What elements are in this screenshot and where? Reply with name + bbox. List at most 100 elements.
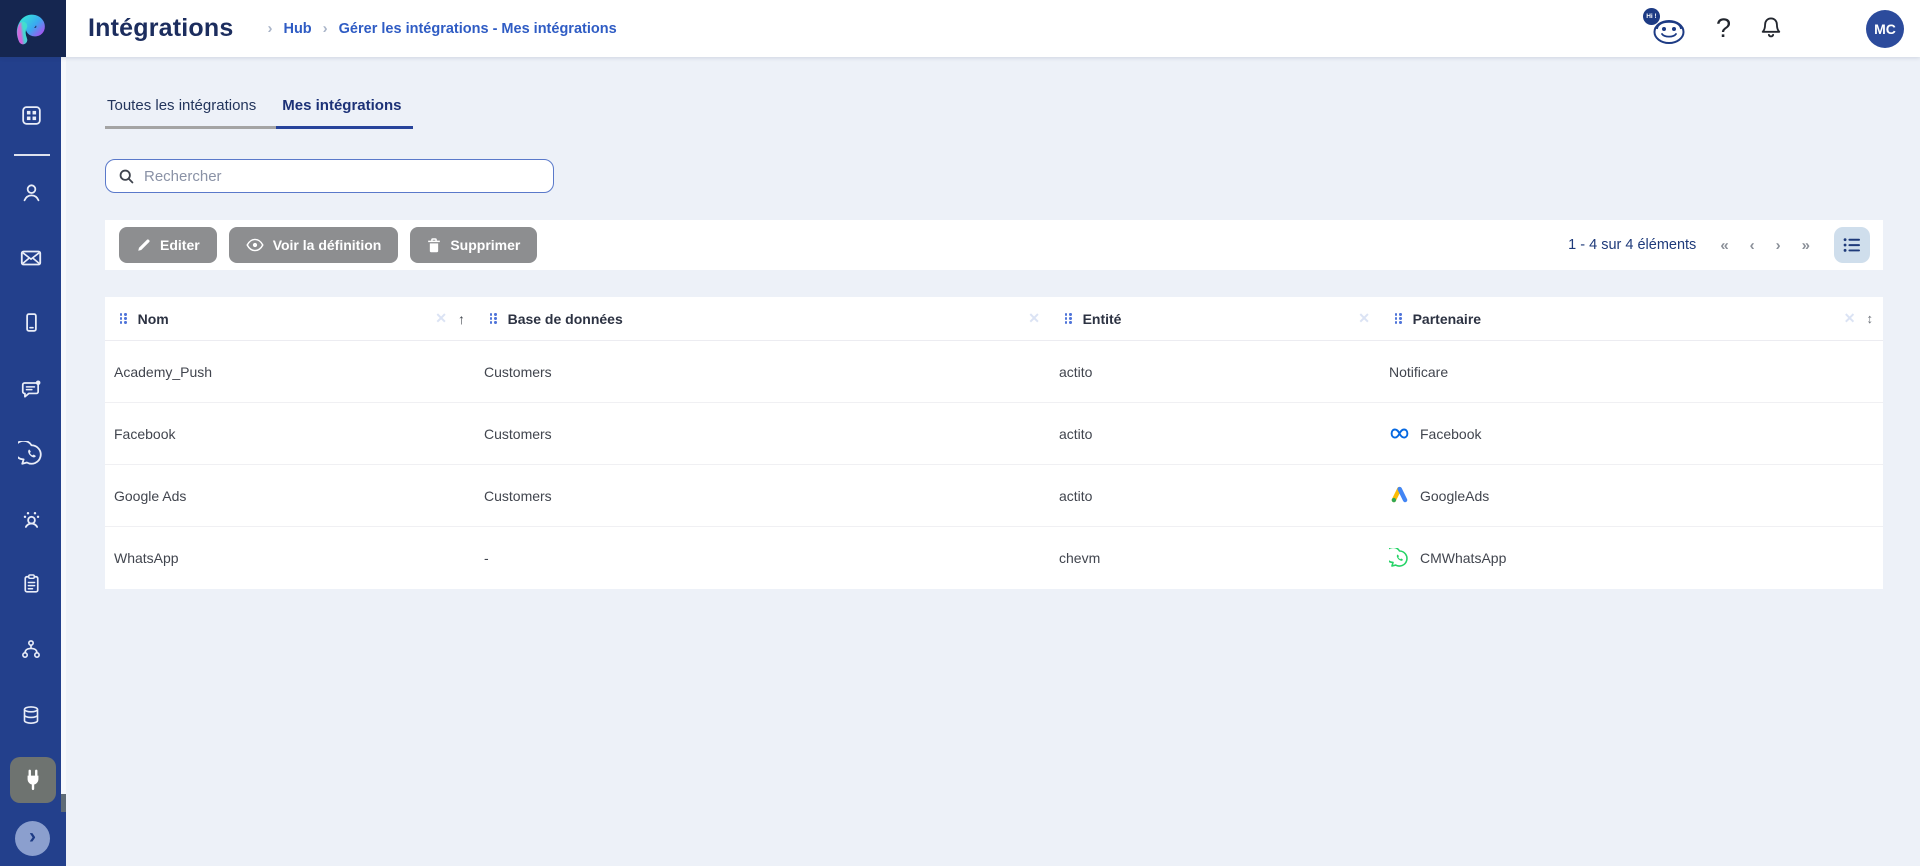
clear-filter-icon[interactable]: ✕ [1844, 310, 1856, 327]
tab-all-integrations[interactable]: Toutes les intégrations [105, 97, 276, 129]
column-header-base-de-donnees[interactable]: Base de données ✕ [475, 297, 1050, 340]
page-title: Intégrations [88, 14, 233, 43]
pagination-summary: 1 - 4 sur 4 éléments [1568, 237, 1696, 253]
breadcrumb-sep-icon: › [267, 20, 272, 37]
sidebar-scrollbar-thumb[interactable] [61, 794, 66, 812]
cell-base-de-donnees: Customers [475, 364, 1050, 380]
expand-chevron-icon: › [29, 825, 36, 849]
dashboard-grid-icon [19, 103, 44, 128]
list-view-button[interactable] [1834, 227, 1870, 263]
sort-ascending-icon[interactable]: ↑ [458, 311, 465, 327]
cell-base-de-donnees: Customers [475, 488, 1050, 504]
sidebar-nav: › [0, 57, 66, 866]
table-header-row: Nom ✕ ↑ Base de données ✕ En [105, 297, 1883, 341]
cell-nom: Google Ads [105, 488, 475, 504]
pagination-controls: « ‹ › » [1720, 238, 1810, 253]
integrations-table: Nom ✕ ↑ Base de données ✕ En [105, 297, 1883, 589]
sidebar-item-dashboard[interactable] [0, 103, 62, 128]
sidebar-divider [14, 154, 50, 156]
next-page-button[interactable]: › [1776, 238, 1781, 253]
search-icon [118, 168, 135, 185]
breadcrumb-hub[interactable]: Hub [283, 21, 311, 37]
search-box [105, 159, 554, 193]
assistant-mascot-button[interactable]: Hi ! [1645, 9, 1689, 49]
table-row[interactable]: Google Ads Customers actito GoogleAds [105, 465, 1883, 527]
sidebar-item-chat[interactable] [0, 376, 62, 402]
sidebar-item-surveys[interactable] [0, 571, 62, 596]
help-icon[interactable]: ? [1716, 13, 1731, 44]
eye-icon [246, 238, 264, 252]
column-header-nom[interactable]: Nom ✕ ↑ [105, 297, 475, 340]
sidebar-item-audiences[interactable] [0, 505, 62, 532]
person-icon [19, 180, 44, 205]
column-resize-icon[interactable]: ↕ [1867, 311, 1874, 326]
breadcrumb: › Hub › Gérer les intégrations - Mes int… [267, 20, 616, 37]
column-drag-handle-icon[interactable] [120, 313, 127, 324]
chat-bubble-icon [18, 376, 44, 402]
clear-filter-icon[interactable]: ✕ [1358, 310, 1370, 327]
sidebar-item-data[interactable] [0, 702, 62, 728]
database-icon [18, 702, 44, 728]
pencil-icon [136, 238, 151, 253]
table-row[interactable]: Academy_Push Customers actito Notificare [105, 341, 1883, 403]
plug-icon [20, 767, 46, 793]
assistant-hi-badge: Hi ! [1643, 8, 1660, 25]
main-content: Toutes les intégrations Mes intégrations… [66, 57, 1920, 866]
top-header: Intégrations › Hub › Gérer les intégrati… [0, 0, 1920, 57]
cell-nom: Academy_Push [105, 364, 475, 380]
prev-page-button[interactable]: ‹ [1750, 238, 1755, 253]
logo-ribbon-icon [11, 7, 55, 51]
whatsapp-icon [18, 441, 45, 468]
table-row[interactable]: WhatsApp - chevm CMWhatsApp [105, 527, 1883, 589]
cell-nom: Facebook [105, 426, 475, 442]
cell-base-de-donnees: - [475, 550, 1050, 566]
notifications-bell-icon[interactable] [1758, 15, 1784, 43]
edit-button[interactable]: Editer [119, 227, 217, 263]
sidebar-scrollbar-track[interactable] [61, 57, 66, 812]
column-drag-handle-icon[interactable] [490, 313, 497, 324]
first-page-button[interactable]: « [1720, 238, 1728, 253]
list-view-icon [1843, 237, 1861, 253]
table-row[interactable]: Facebook Customers actito Facebook [105, 403, 1883, 465]
column-header-partenaire[interactable]: Partenaire ✕ ↕ [1380, 297, 1883, 340]
google-ads-icon [1389, 485, 1410, 506]
breadcrumb-sep-icon: › [323, 20, 328, 37]
trash-icon [427, 238, 441, 253]
sidebar-item-whatsapp[interactable] [0, 441, 62, 468]
cell-partenaire: GoogleAds [1380, 485, 1883, 506]
cell-entite: actito [1050, 364, 1380, 380]
sidebar-item-integrations[interactable] [10, 757, 56, 803]
sidebar-item-profiles[interactable] [0, 180, 62, 205]
cell-partenaire: Notificare [1380, 364, 1883, 380]
cell-entite: actito [1050, 426, 1380, 442]
cell-partenaire: CMWhatsApp [1380, 548, 1883, 569]
column-drag-handle-icon[interactable] [1395, 313, 1402, 324]
cell-base-de-donnees: Customers [475, 426, 1050, 442]
last-page-button[interactable]: » [1802, 238, 1810, 253]
user-avatar[interactable]: MC [1866, 10, 1904, 48]
cell-partenaire: Facebook [1380, 423, 1883, 444]
clipboard-icon [19, 571, 44, 596]
tabs-bar: Toutes les intégrations Mes intégrations [105, 97, 1883, 129]
sidebar-item-mobile[interactable] [0, 310, 62, 335]
sidebar-item-workflows[interactable] [0, 636, 62, 662]
search-input[interactable] [144, 168, 541, 185]
clear-filter-icon[interactable]: ✕ [1028, 310, 1040, 327]
mobile-phone-icon [19, 310, 44, 335]
cell-entite: chevm [1050, 550, 1380, 566]
tab-my-integrations[interactable]: Mes intégrations [276, 97, 413, 129]
delete-button[interactable]: Supprimer [410, 227, 537, 263]
view-definition-button[interactable]: Voir la définition [229, 227, 399, 263]
column-header-entite[interactable]: Entité ✕ [1050, 297, 1380, 340]
column-drag-handle-icon[interactable] [1065, 313, 1072, 324]
clear-filter-icon[interactable]: ✕ [435, 310, 447, 327]
cell-nom: WhatsApp [105, 550, 475, 566]
sidebar-item-email[interactable] [0, 245, 62, 271]
app-logo[interactable] [0, 0, 66, 57]
audience-icon [18, 505, 45, 532]
breadcrumb-current[interactable]: Gérer les intégrations - Mes intégration… [339, 21, 617, 37]
meta-icon [1389, 423, 1410, 444]
sidebar-expand-button[interactable]: › [15, 821, 50, 856]
envelope-icon [18, 245, 44, 271]
actions-toolbar: Editer Voir la définition Supprimer 1 - … [105, 220, 1883, 270]
